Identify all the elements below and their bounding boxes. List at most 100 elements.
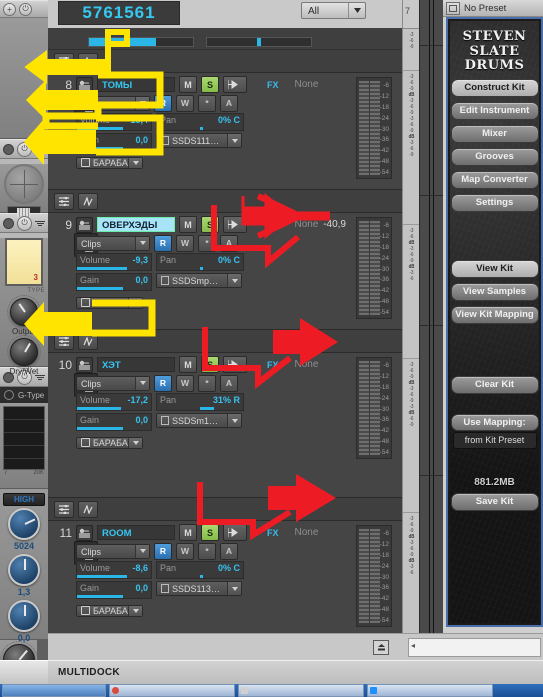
- view-kit-button[interactable]: View Kit: [450, 260, 539, 278]
- automation-snapshot-button[interactable]: *: [198, 542, 216, 560]
- clips-combo[interactable]: Clips: [76, 235, 150, 251]
- construct-kit-button[interactable]: Construct Kit: [450, 79, 539, 97]
- mute-button[interactable]: M: [179, 524, 197, 541]
- solo-button[interactable]: S: [201, 524, 219, 541]
- track-strip-buttons-7[interactable]: [48, 50, 402, 73]
- track-name[interactable]: ROOM: [97, 525, 175, 540]
- record-arm-button[interactable]: R: [154, 542, 172, 560]
- output-combo[interactable]: SSDS111…: [156, 133, 242, 148]
- write-automation-button[interactable]: W: [176, 374, 194, 392]
- input-echo-icon[interactable]: [223, 216, 247, 233]
- track-type-icon[interactable]: [76, 524, 93, 541]
- chevron-down-icon[interactable]: [135, 96, 149, 110]
- automation-snapshot-button[interactable]: *: [198, 374, 216, 392]
- output-combo[interactable]: SSDSm1…: [156, 413, 242, 428]
- mixer-strip-icon[interactable]: [54, 52, 74, 70]
- drywet-knob[interactable]: [7, 335, 41, 369]
- record-arm-button[interactable]: R: [154, 234, 172, 252]
- fx-value[interactable]: None: [295, 219, 319, 230]
- chevron-down-icon[interactable]: [128, 298, 143, 308]
- write-automation-button[interactable]: W: [176, 542, 194, 560]
- taskbar-item-4[interactable]: [367, 684, 493, 697]
- chevron-down-icon[interactable]: [135, 544, 149, 558]
- track-name[interactable]: ОВЕРХЭДЫ: [97, 217, 175, 232]
- track-strip-buttons-10[interactable]: [48, 498, 402, 521]
- gain-fader[interactable]: Gain 0,0: [76, 273, 152, 291]
- rack-header-top[interactable]: + ⏻: [0, 0, 48, 18]
- power-icon[interactable]: ⏻: [19, 2, 32, 16]
- track-editor-panel[interactable]: 5761561 All 8 ТОМЫ M S FX None Clips R W…: [48, 0, 402, 660]
- track-row[interactable]: 10 ХЭТ M S FX None Clips R W * A Volume …: [48, 353, 402, 498]
- mixer-strip-icon[interactable]: [54, 500, 74, 518]
- output-combo[interactable]: SSDSmp…: [156, 273, 242, 288]
- track-type-icon[interactable]: [76, 216, 93, 233]
- track-row[interactable]: 8 ТОМЫ M S FX None Clips R W * A Volume …: [48, 73, 402, 190]
- clips-combo[interactable]: Clips: [76, 375, 150, 391]
- solo-button[interactable]: S: [201, 356, 219, 373]
- chevron-down-icon[interactable]: [128, 158, 143, 168]
- group-combo[interactable]: БАРАБАНЫ: [76, 157, 144, 169]
- filter-combo[interactable]: All: [301, 2, 366, 19]
- fx-value[interactable]: None: [295, 359, 319, 370]
- lowpass-knob[interactable]: [0, 641, 38, 660]
- rack-slot-2[interactable]: [0, 164, 48, 219]
- track-type-icon[interactable]: [76, 76, 93, 93]
- gain-knob[interactable]: [8, 600, 40, 632]
- chevron-down-icon[interactable]: [227, 582, 241, 595]
- fx-value[interactable]: None: [295, 527, 319, 538]
- map-converter-button[interactable]: Map Converter: [450, 171, 539, 189]
- taskbar[interactable]: [0, 684, 543, 697]
- chevron-down-icon[interactable]: [128, 438, 143, 448]
- partial-volume-slot[interactable]: [88, 37, 194, 47]
- use-mapping-value[interactable]: from Kit Preset: [452, 432, 537, 449]
- clear-kit-button[interactable]: Clear Kit: [450, 376, 539, 394]
- solo-button[interactable]: S: [201, 76, 219, 93]
- track-row[interactable]: 9 ОВЕРХЭДЫ M S FX None -40,9 Clips R W *…: [48, 213, 402, 330]
- rack-header-slot3[interactable]: ⏻: [0, 213, 48, 233]
- power-icon[interactable]: ⏻: [17, 215, 32, 231]
- track-name[interactable]: ХЭТ: [97, 357, 175, 372]
- mixer-strip-icon[interactable]: [54, 192, 74, 210]
- rack-menu-icon[interactable]: [35, 218, 46, 229]
- automation-icon[interactable]: [78, 500, 98, 518]
- mixer-button[interactable]: Mixer: [450, 125, 539, 143]
- partial-track-row[interactable]: [48, 28, 402, 50]
- pan-fader[interactable]: Pan 0% C: [156, 113, 244, 131]
- input-echo-icon[interactable]: [223, 76, 247, 93]
- view-kit-mapping-button[interactable]: View Kit Mapping: [450, 306, 539, 324]
- bypass-dot-icon[interactable]: [3, 217, 14, 229]
- volume-fader[interactable]: Volume -9,3: [76, 253, 152, 271]
- input-echo-icon[interactable]: [223, 524, 247, 541]
- frequency-knob[interactable]: [8, 508, 40, 540]
- write-automation-button[interactable]: W: [176, 234, 194, 252]
- mute-button[interactable]: M: [179, 216, 197, 233]
- track-name[interactable]: ТОМЫ: [97, 77, 175, 92]
- group-combo[interactable]: БАРАБАНЫ: [76, 297, 144, 309]
- plus-icon[interactable]: +: [3, 2, 16, 16]
- automation-icon[interactable]: [78, 192, 98, 210]
- track-strip-buttons-9[interactable]: [48, 330, 402, 353]
- gain-fader[interactable]: Gain 0,0: [76, 581, 152, 599]
- track-strip-buttons-8[interactable]: [48, 190, 402, 213]
- db-ruler-column[interactable]: 7 -3 -6 -9 -3 -6 -9 dB -3 -6 -9 -3 -6 -9…: [402, 0, 420, 660]
- bypass-dot-icon[interactable]: [3, 143, 14, 155]
- high-band-badge[interactable]: HIGH: [3, 493, 45, 506]
- group-combo[interactable]: БАРАБАНЫ: [76, 437, 144, 449]
- lowpass-slot[interactable]: 10024 LP LOW CUT: [0, 640, 48, 660]
- output-knob[interactable]: [7, 295, 41, 329]
- gtype-bar[interactable]: G-Type: [0, 387, 48, 403]
- q-knob[interactable]: [8, 554, 40, 586]
- eq-band-slot[interactable]: HIGH 5024 1,3 0,0: [0, 489, 48, 659]
- pan-fader[interactable]: Pan 31% R: [156, 393, 244, 411]
- gain-fader[interactable]: Gain 0,0: [76, 413, 152, 431]
- bottom-toolbar[interactable]: ◂: [48, 633, 543, 661]
- ssd-plugin-body[interactable]: STEVEN SLATE DRUMS Construct Kit Edit In…: [450, 21, 539, 623]
- rack-header-slot2[interactable]: ⏻: [0, 139, 48, 159]
- fx-value[interactable]: None: [295, 79, 319, 90]
- write-automation-button[interactable]: W: [176, 94, 194, 112]
- grooves-button[interactable]: Grooves: [450, 148, 539, 166]
- eq-curve-graph[interactable]: [3, 406, 45, 470]
- taskbar-item-3[interactable]: [238, 684, 364, 697]
- mixer-strip-icon[interactable]: [54, 332, 74, 350]
- ssd-preset-bar[interactable]: No Preset: [443, 0, 543, 17]
